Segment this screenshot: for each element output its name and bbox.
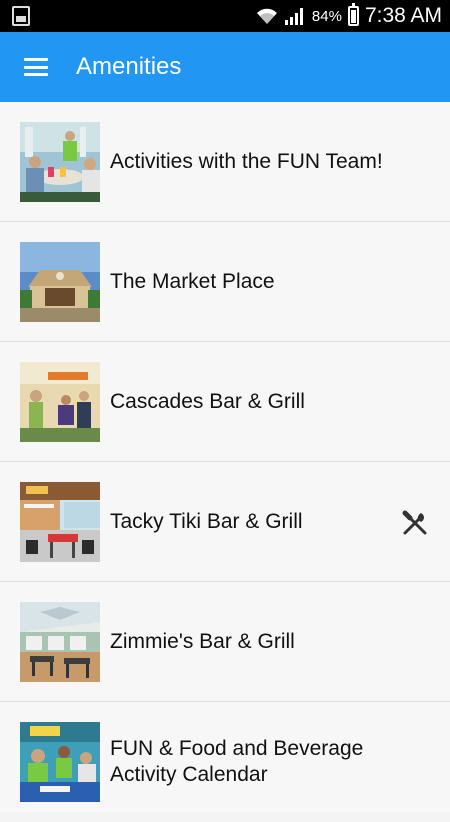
thumbnail-image — [20, 242, 100, 322]
battery-icon — [347, 3, 359, 26]
wifi-icon — [256, 8, 277, 24]
list-item[interactable]: Cascades Bar & Grill — [0, 342, 450, 462]
hamburger-icon — [24, 58, 48, 76]
menu-button[interactable] — [0, 32, 72, 102]
notification-icon — [12, 6, 30, 26]
fork-knife-icon — [402, 510, 427, 535]
list-item[interactable]: Tacky Tiki Bar & Grill — [0, 462, 450, 582]
clock: 7:38 AM — [364, 4, 442, 27]
list-item[interactable]: Zimmie's Bar & Grill — [0, 582, 450, 702]
thumbnail-image — [20, 602, 100, 682]
list-item[interactable]: The Market Place — [0, 222, 450, 342]
thumbnail-image — [20, 482, 100, 562]
status-bar: 84% 7:38 AM — [0, 0, 450, 32]
thumbnail-image — [20, 362, 100, 442]
item-label: Cascades Bar & Grill — [110, 390, 305, 413]
item-label: Activities with the FUN Team! — [110, 150, 383, 173]
list-item[interactable]: FUN & Food and Beverage Activity Calenda… — [0, 702, 450, 812]
signal-icon — [284, 8, 303, 25]
list-item[interactable]: Activities with the FUN Team! — [0, 102, 450, 222]
item-label: FUN & Food and Beverage Activity Calenda… — [110, 737, 364, 786]
item-label: The Market Place — [110, 270, 275, 293]
thumbnail-image — [20, 722, 100, 802]
item-label: Zimmie's Bar & Grill — [110, 630, 295, 653]
amenities-list: Activities with the FUN Team! The Market… — [0, 102, 450, 812]
item-label: Tacky Tiki Bar & Grill — [110, 510, 303, 533]
battery-percent: 84% — [311, 7, 342, 25]
thumbnail-image — [20, 122, 100, 202]
app-bar: Amenities — [0, 32, 450, 102]
page-title: Amenities — [76, 53, 182, 80]
